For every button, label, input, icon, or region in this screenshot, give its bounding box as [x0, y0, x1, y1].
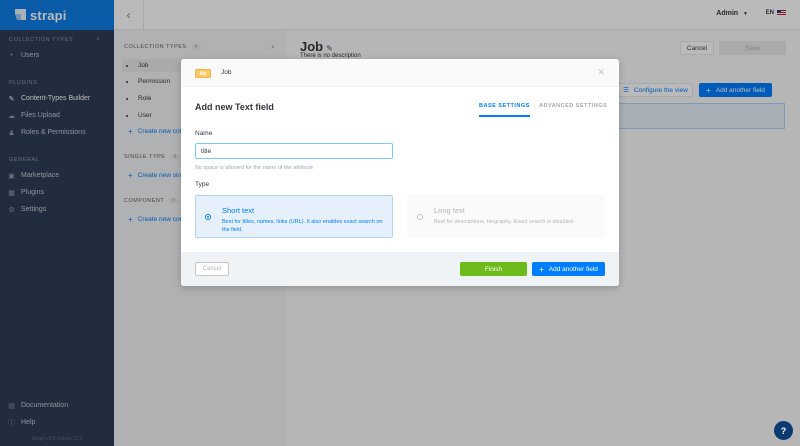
modal-breadcrumb: Job — [221, 69, 232, 76]
short-text-description: Best for titles, names, links (URL). It … — [222, 219, 383, 233]
name-input[interactable] — [195, 143, 393, 159]
text-type-badge: Ab — [195, 69, 211, 78]
tab-base-settings[interactable]: BASE SETTINGS — [479, 103, 530, 117]
modal-footer: Cancel Finish + Add another field — [181, 252, 619, 286]
long-text-option[interactable]: Long text Best for descriptions, biograp… — [407, 195, 605, 238]
name-hint: No space is allowed for the name of the … — [195, 165, 314, 171]
type-label: Type — [195, 181, 210, 188]
modal-add-another-field-button[interactable]: + Add another field — [532, 262, 605, 276]
short-text-title: Short text — [222, 206, 255, 215]
modal-cancel-button[interactable]: Cancel — [195, 262, 229, 276]
plus-icon: + — [539, 264, 544, 274]
question-icon: ? — [780, 425, 787, 436]
help-button[interactable]: ? — [774, 421, 793, 440]
modal-header: Ab Job ✕ — [181, 59, 619, 87]
name-label: Name — [195, 130, 213, 137]
close-icon[interactable]: ✕ — [597, 67, 605, 78]
add-field-modal: Ab Job ✕ Add new Text field BASE SETTING… — [181, 59, 619, 286]
radio-unselected-icon — [417, 214, 423, 220]
radio-selected-icon — [205, 214, 211, 220]
tab-advanced-settings[interactable]: ADVANCED SETTINGS — [539, 103, 607, 109]
modal-title: Add new Text field — [195, 102, 274, 112]
short-text-option[interactable]: Short text Best for titles, names, links… — [195, 195, 393, 238]
long-text-title: Long text — [434, 206, 465, 215]
long-text-description: Best for descriptions, biography. Exact … — [434, 219, 575, 225]
finish-button[interactable]: Finish — [460, 262, 527, 276]
